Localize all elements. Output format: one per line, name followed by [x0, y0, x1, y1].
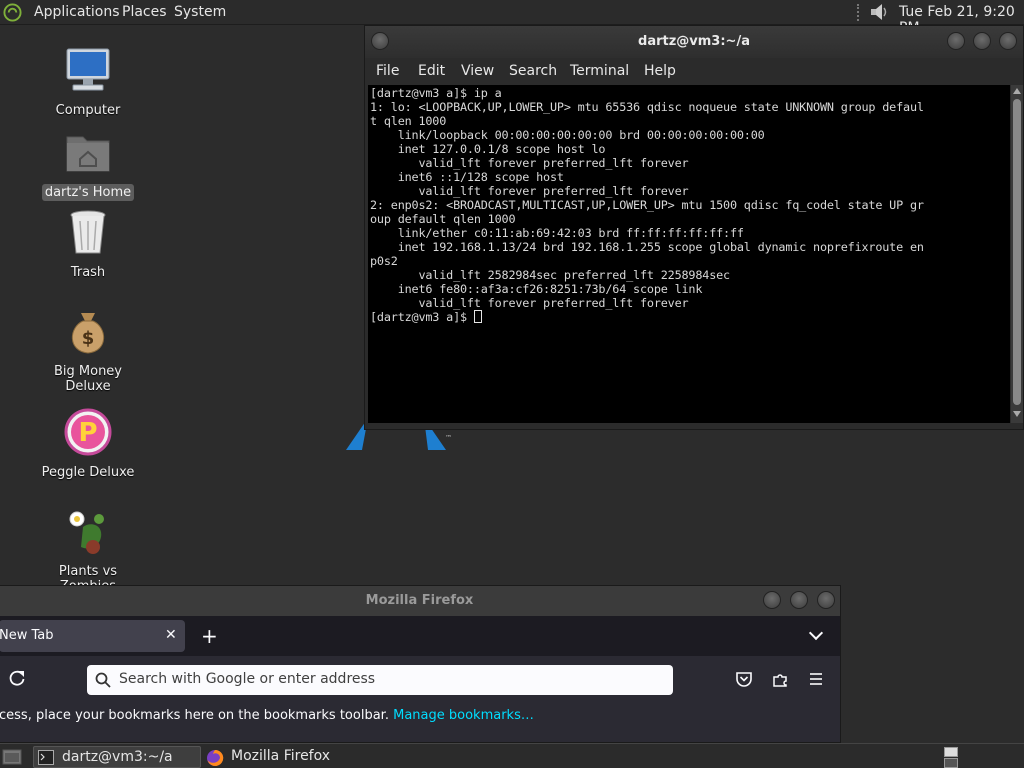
terminal-line: valid_lft 2582984sec preferred_lft 22589…	[370, 268, 730, 282]
trash-icon	[70, 210, 106, 254]
terminal-icon	[38, 750, 54, 765]
navigation-toolbar: Search with Google or enter address	[0, 656, 840, 702]
terminal-line: link/loopback 00:00:00:00:00:00 brd 00:0…	[370, 128, 765, 142]
terminal-line: inet6 fe80::af3a:cf26:8251:73b/64 scope …	[370, 282, 703, 296]
terminal-line: p0s2	[370, 254, 398, 268]
desktop-icon-label: dartz's Home	[41, 184, 135, 201]
close-button[interactable]	[817, 591, 835, 609]
minimize-button[interactable]	[947, 32, 965, 50]
tab-new-tab[interactable]: New Tab ✕	[0, 620, 185, 652]
menu-view[interactable]: View	[461, 63, 494, 79]
terminal-titlebar[interactable]: dartz@vm3:~/a	[365, 26, 1023, 58]
terminal-output: [dartz@vm3 a]$ ip a 1: lo: <LOOPBACK,UP,…	[368, 85, 1010, 324]
show-desktop-icon[interactable]	[2, 747, 22, 766]
desktop-icon-plants-vs-zombies[interactable]: Plants vs Zombies	[28, 507, 148, 595]
maximize-button[interactable]	[790, 591, 808, 609]
desktop-icon-trash[interactable]: Trash	[28, 207, 148, 281]
terminal-screen[interactable]: [dartz@vm3 a]$ ip a 1: lo: <LOOPBACK,UP,…	[368, 85, 1010, 423]
taskbar-item-firefox[interactable]: Mozilla Firefox	[204, 746, 372, 768]
panel-grip	[857, 4, 861, 21]
list-all-tabs-chevron-icon[interactable]	[808, 625, 824, 641]
computer-icon	[66, 48, 110, 91]
reload-icon[interactable]	[8, 669, 26, 687]
peggle-icon: P	[64, 408, 112, 456]
svg-text:™: ™	[445, 434, 452, 442]
terminal-line: valid_lft forever preferred_lft forever	[370, 296, 689, 310]
taskbar-item-terminal[interactable]: dartz@vm3:~/a	[33, 746, 201, 768]
menu-help[interactable]: Help	[644, 63, 676, 79]
desktop-icon-label: Big Money Deluxe	[53, 364, 122, 394]
terminal-prompt: [dartz@vm3 a]$	[370, 310, 474, 324]
bottom-taskbar: dartz@vm3:~/a Mozilla Firefox	[0, 743, 1024, 768]
desktop-icon-home[interactable]: dartz's Home	[28, 127, 148, 201]
firefox-window[interactable]: Mozilla Firefox New Tab ✕ + Search with …	[0, 585, 841, 743]
terminal-line: 2: enp0s2: <BROADCAST,MULTICAST,UP,LOWER…	[370, 198, 924, 212]
desktop-icon-label: Computer	[55, 103, 121, 118]
terminal-line: 1: lo: <LOOPBACK,UP,LOWER_UP> mtu 65536 …	[370, 100, 924, 114]
bookmarks-hint: cess, place your bookmarks here on the b…	[0, 708, 389, 723]
terminal-line: oup default qlen 1000	[370, 212, 516, 226]
plants-vs-zombies-icon	[69, 511, 104, 554]
close-tab-icon[interactable]: ✕	[165, 627, 177, 643]
hamburger-menu-icon[interactable]	[806, 669, 826, 689]
pocket-icon[interactable]	[734, 669, 754, 689]
close-button[interactable]	[999, 32, 1017, 50]
svg-text:$: $	[82, 328, 95, 349]
new-tab-button[interactable]: +	[201, 624, 218, 648]
terminal-menubar: File Edit View Search Terminal Help	[365, 58, 1023, 84]
terminal-scrollbar[interactable]	[1011, 85, 1023, 423]
desktop-icon-big-money[interactable]: $ Big Money Deluxe	[28, 307, 148, 395]
terminal-line: inet6 ::1/128 scope host	[370, 170, 564, 184]
terminal-window[interactable]: dartz@vm3:~/a File Edit View Search Term…	[364, 25, 1024, 430]
terminal-line: inet 127.0.0.1/8 scope host lo	[370, 142, 606, 156]
workspace-switcher-icon[interactable]	[944, 758, 958, 768]
desktop-icon-peggle[interactable]: P Peggle Deluxe	[28, 407, 148, 481]
applications-menu[interactable]: Applications	[34, 4, 120, 20]
firefox-icon	[207, 749, 224, 766]
terminal-line: valid_lft forever preferred_lft forever	[370, 156, 689, 170]
tab-label: New Tab	[0, 628, 54, 643]
money-bag-icon: $	[71, 313, 105, 354]
home-folder-icon	[66, 136, 110, 172]
url-bar-placeholder: Search with Google or enter address	[119, 671, 376, 687]
top-panel: Applications Places System Tue Feb 21, 9…	[0, 0, 1024, 36]
places-menu[interactable]: Places	[122, 4, 167, 20]
volume-icon[interactable]	[868, 2, 890, 22]
desktop-icon-label: Peggle Deluxe	[41, 465, 135, 480]
terminal-line: valid_lft forever preferred_lft forever	[370, 184, 689, 198]
url-bar[interactable]: Search with Google or enter address	[87, 665, 673, 695]
search-icon	[95, 672, 111, 688]
taskbar-item-label: Mozilla Firefox	[231, 748, 331, 764]
terminal-line: t qlen 1000	[370, 114, 447, 128]
menu-terminal[interactable]: Terminal	[570, 63, 629, 79]
system-menu[interactable]: System	[174, 4, 226, 20]
terminal-line: [dartz@vm3 a]$ ip a	[370, 86, 502, 100]
extensions-icon[interactable]	[770, 669, 790, 689]
menu-edit[interactable]: Edit	[418, 63, 445, 79]
desktop-icon-computer[interactable]: Computer	[28, 45, 148, 119]
desktop-icon-label: Trash	[70, 265, 106, 280]
scrollbar-thumb[interactable]	[1013, 99, 1021, 405]
firefox-title: Mozilla Firefox	[365, 593, 474, 608]
terminal-line: inet 192.168.1.13/24 brd 192.168.1.255 s…	[370, 240, 924, 254]
taskbar-item-label: dartz@vm3:~/a	[62, 749, 173, 765]
firefox-titlebar[interactable]: Mozilla Firefox	[0, 586, 840, 616]
svg-text:P: P	[78, 418, 97, 448]
distro-logo-icon[interactable]	[3, 3, 22, 22]
workspace-switcher-icon[interactable]	[944, 747, 958, 757]
tab-strip: New Tab ✕ +	[0, 616, 840, 656]
bookmarks-toolbar-text: cess, place your bookmarks here on the b…	[0, 708, 534, 723]
maximize-button[interactable]	[973, 32, 991, 50]
manage-bookmarks-link[interactable]: Manage bookmarks…	[393, 708, 534, 723]
scroll-up-arrow-icon[interactable]	[1013, 88, 1021, 94]
minimize-button[interactable]	[763, 591, 781, 609]
menu-search[interactable]: Search	[509, 63, 557, 79]
scroll-down-arrow-icon[interactable]	[1013, 411, 1021, 417]
terminal-line: link/ether c0:11:ab:69:42:03 brd ff:ff:f…	[370, 226, 744, 240]
terminal-title: dartz@vm3:~/a	[638, 34, 750, 49]
menu-file[interactable]: File	[376, 63, 399, 79]
terminal-cursor	[473, 310, 482, 323]
bookmarks-toolbar: cess, place your bookmarks here on the b…	[0, 702, 840, 730]
